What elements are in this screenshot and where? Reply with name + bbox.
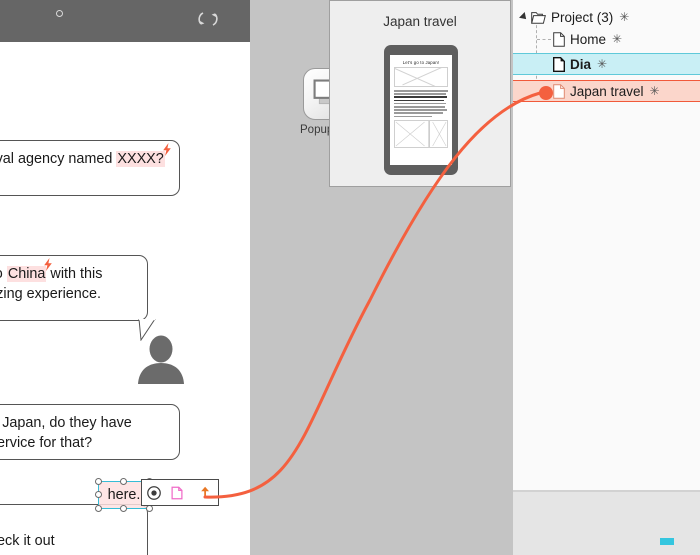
phone-mockup: Let's go to Japan! [384, 45, 458, 175]
selection-handle-nw[interactable] [95, 478, 102, 485]
tree-row-label: Home [570, 31, 607, 47]
folder-icon [531, 11, 546, 24]
tree-row-home[interactable]: Home ✳ [513, 28, 700, 50]
interaction-mini-toolbar[interactable] [141, 479, 219, 506]
phone-heading: Let's go to Japan! [402, 60, 440, 65]
modified-badge: ✳ [597, 57, 608, 71]
page-icon [553, 31, 565, 47]
selection-handle-n[interactable] [120, 478, 127, 485]
project-tree-panel: Project (3) ✳ Home ✳ Dia ✳ Japan travel … [513, 0, 700, 492]
tree-row-dia[interactable]: Dia ✳ [513, 53, 700, 75]
image-placeholder [394, 120, 448, 149]
selection-handle-s[interactable] [120, 505, 127, 512]
chat-bubble-japan-service[interactable]: to go to Japan, do they have service for… [0, 404, 180, 460]
camera-dot-icon [56, 10, 63, 17]
bubble4-text: tly, check it out [0, 533, 55, 549]
phone-screen: Let's go to Japan! [390, 55, 452, 165]
link-anchor-icon[interactable] [142, 480, 165, 505]
modified-badge: ✳ [612, 32, 623, 46]
tree-row-japan-travel[interactable]: Japan travel ✳ [513, 80, 700, 102]
page-link-icon[interactable] [165, 480, 188, 505]
bubble2-line2: s an amazing experience. [0, 286, 101, 302]
modified-badge: ✳ [649, 84, 660, 98]
caret-expanded-icon[interactable] [519, 12, 529, 22]
horizontal-scrollbar[interactable] [660, 538, 674, 545]
page-preview-card: Japan travel Let's go to Japan! [329, 0, 511, 187]
bubble2-text: ve been to [0, 266, 7, 282]
modified-badge: ✳ [619, 10, 630, 24]
page-icon [553, 83, 565, 99]
bubble3-line1: to go to Japan, do they have [0, 415, 132, 431]
tree-panel-footer [513, 492, 700, 555]
image-placeholder [394, 67, 448, 87]
selection-handle-sw[interactable] [95, 505, 102, 512]
chat-bubble-china-experience[interactable]: ve been to China with this s an amazing … [0, 255, 148, 321]
arrow-up-icon[interactable] [195, 480, 218, 505]
tree-row-project[interactable]: Project (3) ✳ [513, 6, 700, 28]
bubble2-highlight[interactable]: China [6, 258, 53, 282]
preview-title: Japan travel [383, 14, 457, 29]
tree-row-label: Japan travel [570, 83, 644, 99]
page-icon [553, 56, 565, 72]
user-avatar-icon [135, 334, 187, 384]
app-root: u know a treval agency named XXXX? ve be… [0, 0, 700, 555]
phone-paragraph [394, 90, 448, 118]
tree-row-label: Dia [570, 56, 592, 72]
selection-handle-w[interactable] [95, 491, 102, 498]
interaction-bolt-icon [43, 257, 53, 271]
tree-row-label: Project (3) [551, 9, 614, 25]
bubble1-text: u know a treval agency named [0, 151, 113, 167]
bubble3-line2: service for that? [0, 435, 93, 451]
rotate-icon[interactable] [196, 8, 222, 30]
interaction-bolt-icon [162, 142, 172, 156]
chat-bubble-check-it-out[interactable]: tly, check it outhere. [0, 504, 148, 555]
selection-handle-se[interactable] [146, 505, 153, 512]
chat-bubble-question-agency[interactable]: u know a treval agency named XXXX? [0, 140, 180, 196]
bubble1-highlight[interactable]: XXXX? [116, 143, 171, 167]
bubble2-text-after: with this [46, 266, 103, 282]
